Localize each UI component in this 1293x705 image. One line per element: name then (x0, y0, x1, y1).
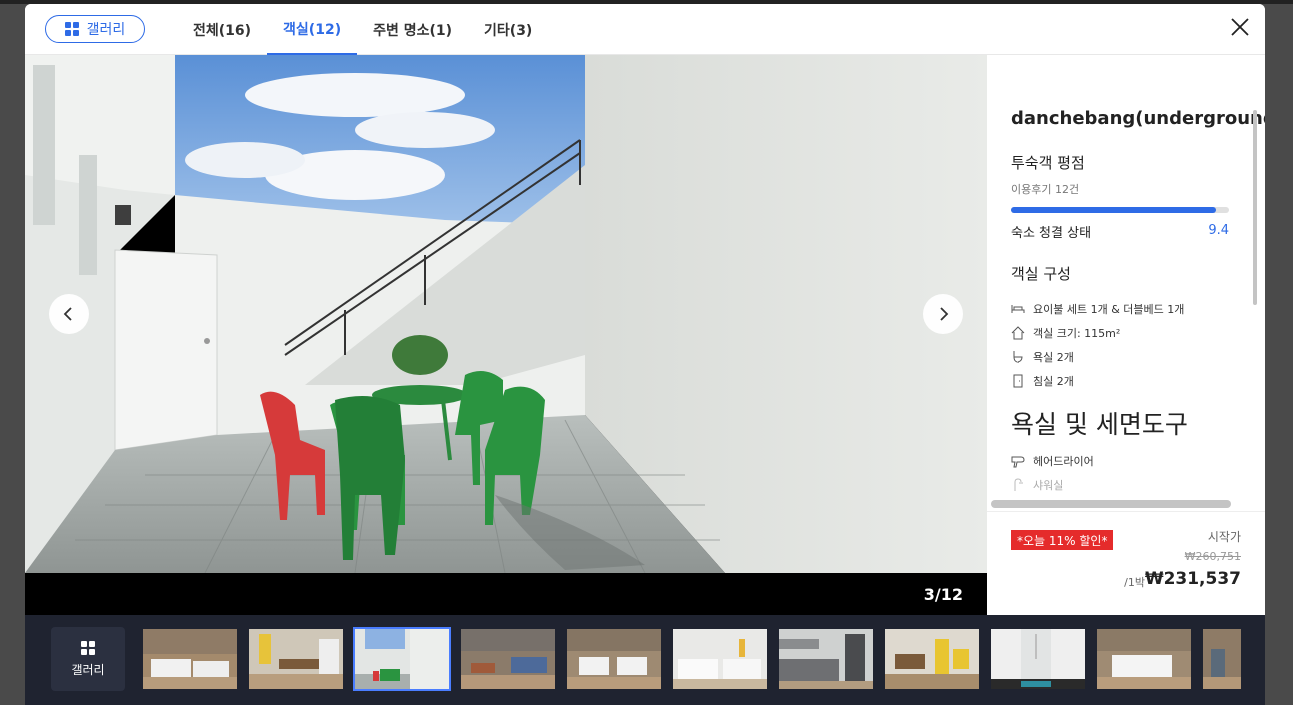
filmstrip-gallery-label: 갤러리 (71, 662, 105, 677)
room-feature-label: 욕실 2개 (1033, 351, 1074, 364)
gallery-header: 갤러리 전체(16) 객실(12) 주변 명소(1) 기타(3) (25, 4, 1265, 55)
thumbnail-filmstrip: 갤러리 (25, 615, 1265, 705)
thumbnail-8[interactable] (885, 629, 979, 689)
twin-room-thumbnail (567, 629, 661, 689)
close-button[interactable] (1229, 16, 1251, 38)
shower-icon (1014, 478, 1023, 491)
cleanliness-bar (1011, 207, 1229, 213)
slide-room-thumbnail (885, 629, 979, 689)
discount-badge: *오늘 11% 할인* (1011, 530, 1114, 550)
thumbnail-3[interactable] (353, 627, 451, 691)
thumbnail-4[interactable] (461, 629, 555, 689)
bath-feature: 헤어드라이어 (1011, 453, 1094, 469)
cleanliness-score: 9.4 (1208, 223, 1229, 238)
room-feature: 침실 2개 (1011, 373, 1074, 389)
house-icon (1011, 326, 1025, 340)
room-feature: 요이불 세트 1개 & 더블베드 1개 (1011, 301, 1184, 317)
photo-viewer: 3/12 (25, 55, 987, 615)
next-photo-button[interactable] (923, 294, 963, 334)
gallery-button[interactable]: 갤러리 (45, 15, 145, 43)
grid-icon (81, 640, 95, 655)
info-vertical-scrollbar[interactable] (1253, 110, 1257, 305)
living-thumbnail (249, 629, 343, 689)
kitchen-thumbnail (779, 629, 873, 689)
bed-icon (1011, 305, 1025, 313)
thumbnail-5[interactable] (567, 629, 661, 689)
room-photo (25, 55, 987, 573)
thumbnail-11[interactable] (1203, 629, 1241, 689)
price-box: *오늘 11% 할인* 시작가 ₩260,751 /1박 ₩231,537 (987, 511, 1265, 615)
grid-icon (64, 22, 79, 36)
category-tabs: 전체(16) 객실(12) 주변 명소(1) 기타(3) (177, 4, 548, 55)
room-feature-label: 객실 크기: 115m² (1033, 327, 1121, 340)
rating-title: 투숙객 평점 (1011, 154, 1085, 172)
hairdryer-icon (1011, 456, 1025, 468)
cleanliness-bar-fill (1011, 207, 1216, 213)
double-room-thumbnail (1097, 629, 1191, 689)
cleanliness-label: 숙소 청결 상태 (1011, 226, 1092, 241)
tab-other[interactable]: 기타(3) (468, 4, 548, 55)
gallery-button-label: 갤러리 (86, 22, 126, 38)
thumbnail-6[interactable] (673, 629, 767, 689)
room-photo-illustration (25, 55, 987, 573)
door-icon (1013, 374, 1023, 388)
room-thumbnail (1203, 629, 1241, 689)
prev-photo-button[interactable] (49, 294, 89, 334)
original-price: ₩260,751 (1184, 550, 1241, 563)
review-count: 이용후기 12건 (1011, 183, 1080, 196)
chevron-right-icon (940, 307, 949, 321)
filmstrip-gallery-button[interactable]: 갤러리 (51, 627, 125, 691)
thumbnail-9[interactable] (991, 629, 1085, 689)
tab-all[interactable]: 전체(16) (177, 4, 267, 55)
thumbnail-10[interactable] (1097, 629, 1191, 689)
bath-feature-label: 샤워실 (1033, 479, 1064, 492)
property-info-panel: danchebang(underground 투숙객 평점 이용후기 12건 숙… (987, 55, 1265, 511)
room-config-title: 객실 구성 (1011, 265, 1071, 283)
bedroom-thumbnail (143, 629, 237, 689)
close-icon (1231, 18, 1249, 36)
toilet-icon (1013, 351, 1023, 363)
terrace-thumbnail (355, 629, 449, 689)
photo-counter: 3/12 (923, 585, 963, 604)
thumbnail-7[interactable] (779, 629, 873, 689)
per-night-label: /1박 (1124, 576, 1145, 589)
thumbnail-2[interactable] (249, 629, 343, 689)
final-price: ₩231,537 (1144, 569, 1241, 589)
chevron-left-icon (63, 307, 72, 321)
bathroom-thumbnail (991, 629, 1085, 689)
thumbnail-1[interactable] (143, 629, 237, 689)
room-feature: 객실 크기: 115m² (1011, 325, 1120, 341)
bath-title: 욕실 및 세면도구 (1011, 410, 1188, 439)
info-horizontal-scrollbar[interactable] (991, 500, 1231, 508)
room-feature-label: 침실 2개 (1033, 375, 1074, 388)
tab-rooms[interactable]: 객실(12) (267, 4, 358, 55)
room-feature: 욕실 2개 (1011, 349, 1074, 365)
white-room-thumbnail (673, 629, 767, 689)
hotel-name: danchebang(underground (1011, 108, 1265, 129)
start-price-label: 시작가 (1207, 530, 1241, 544)
bath-feature: 샤워실 (1011, 477, 1063, 493)
photo-gallery-modal: 갤러리 전체(16) 객실(12) 주변 명소(1) 기타(3) 3/12 da… (25, 4, 1265, 705)
lounge-thumbnail (461, 629, 555, 689)
bath-feature-label: 헤어드라이어 (1033, 455, 1094, 468)
tab-nearby[interactable]: 주변 명소(1) (357, 4, 468, 55)
room-feature-label: 요이불 세트 1개 & 더블베드 1개 (1033, 303, 1185, 316)
